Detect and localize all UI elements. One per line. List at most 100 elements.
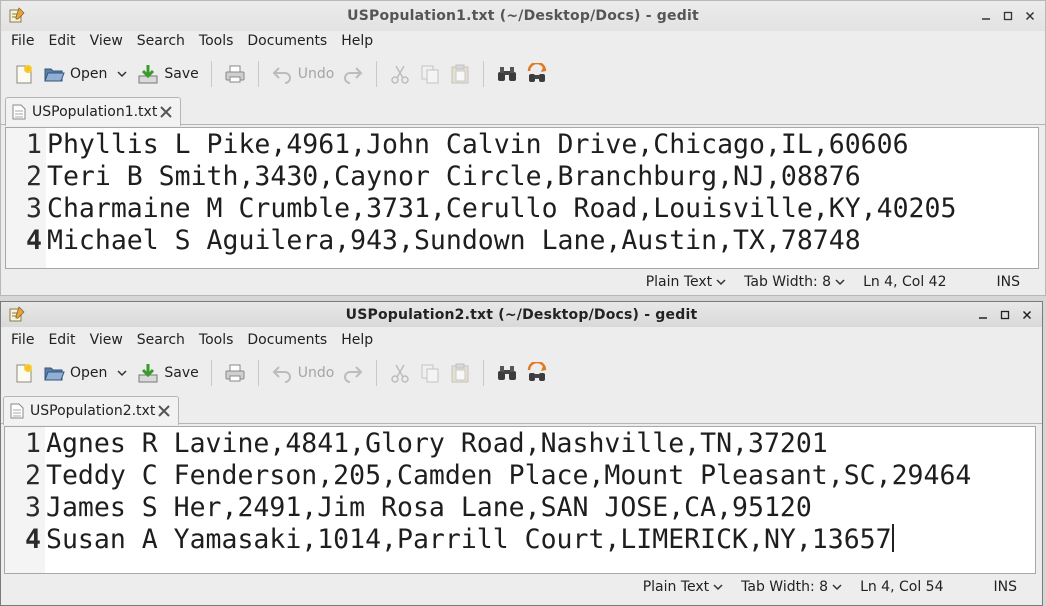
- toolbar-separator: [376, 61, 378, 87]
- save-label: Save: [164, 365, 199, 381]
- new-document-button[interactable]: [9, 356, 39, 390]
- status-bar: Plain Text Tab Width: 8 Ln 4, Col 54 INS: [1, 574, 1042, 600]
- new-document-button[interactable]: [9, 57, 39, 91]
- scissors-icon: [391, 65, 410, 84]
- chevron-down-icon[interactable]: [117, 368, 127, 378]
- paste-button[interactable]: [445, 57, 475, 91]
- maximize-icon: [1003, 11, 1013, 21]
- cursor-position: Ln 4, Col 42: [863, 274, 947, 290]
- paste-button[interactable]: [445, 356, 475, 390]
- toolbar: Open Save Undo: [1, 353, 1042, 393]
- toolbar: Open Save Undo: [1, 54, 1045, 94]
- current-line-number: 4: [26, 225, 42, 256]
- minimize-button[interactable]: [972, 304, 994, 326]
- current-line-number: 4: [25, 524, 41, 555]
- language-selector[interactable]: Plain Text: [643, 579, 723, 595]
- print-button[interactable]: [220, 57, 250, 91]
- undo-label: Undo: [297, 66, 335, 82]
- title-bar[interactable]: USPopulation2.txt (~/Desktop/Docs) - ged…: [1, 302, 1042, 327]
- menu-view[interactable]: View: [83, 33, 130, 49]
- open-button[interactable]: Open: [39, 57, 133, 91]
- binoculars-icon: [498, 366, 517, 380]
- save-label: Save: [164, 66, 199, 82]
- menu-file[interactable]: File: [4, 33, 41, 49]
- close-tab-icon[interactable]: [156, 403, 172, 419]
- language-label: Plain Text: [642, 579, 710, 595]
- language-selector[interactable]: Plain Text: [646, 274, 726, 290]
- title-bar[interactable]: USPopulation1.txt (~/Desktop/Docs) - ged…: [1, 1, 1045, 31]
- toolbar-separator: [376, 360, 378, 386]
- close-tab-icon[interactable]: [158, 104, 174, 120]
- find-replace-icon: [528, 362, 547, 381]
- chevron-down-icon: [713, 584, 723, 591]
- menu-view[interactable]: View: [83, 332, 130, 348]
- document-tabs: USPopulation2.txt: [1, 394, 1042, 425]
- text-line: 3 Charmaine M Crumble,3731,Cerullo Road,L…: [6, 193, 1038, 225]
- gedit-app-icon: [9, 7, 25, 23]
- minimize-icon: [982, 18, 990, 20]
- chevron-down-icon: [835, 279, 845, 286]
- find-replace-button[interactable]: [522, 356, 552, 390]
- menu-documents[interactable]: Documents: [240, 332, 334, 348]
- save-button[interactable]: Save: [133, 57, 202, 91]
- redo-button[interactable]: [338, 356, 368, 390]
- close-window-button[interactable]: [1019, 5, 1041, 27]
- minimize-button[interactable]: [975, 5, 997, 27]
- text-lines: 1 Phyllis L Pike,4961,John Calvin Drive,C…: [6, 128, 1038, 257]
- tab-width-selector[interactable]: Tab Width: 8: [744, 274, 845, 290]
- text-line: 4 Susan A Yamasaki,1014,Parrill Court,LIM…: [5, 524, 1035, 556]
- document-tab[interactable]: USPopulation1.txt: [5, 97, 181, 126]
- redo-button[interactable]: [338, 57, 368, 91]
- find-replace-button[interactable]: [522, 57, 552, 91]
- print-button[interactable]: [220, 356, 250, 390]
- copy-button[interactable]: [415, 57, 445, 91]
- menu-help[interactable]: Help: [334, 33, 380, 49]
- save-button[interactable]: Save: [133, 356, 202, 390]
- text-cursor: [891, 524, 894, 552]
- close-window-button[interactable]: [1016, 304, 1038, 326]
- chevron-down-icon[interactable]: [117, 69, 127, 79]
- menu-edit[interactable]: Edit: [41, 332, 82, 348]
- menu-edit[interactable]: Edit: [41, 33, 82, 49]
- cut-button[interactable]: [385, 57, 415, 91]
- open-button[interactable]: Open: [39, 356, 133, 390]
- text-file-icon: [10, 403, 24, 419]
- paste-icon: [451, 64, 469, 84]
- copy-button[interactable]: [415, 356, 445, 390]
- text-line: 2 Teri B Smith,3430,Caynor Circle,Branchb…: [6, 161, 1038, 193]
- line-number: 3: [25, 492, 41, 523]
- cut-button[interactable]: [385, 356, 415, 390]
- find-button[interactable]: [492, 356, 522, 390]
- line-text: Michael S Aguilera,943,Sundown Lane,Aust…: [47, 225, 861, 256]
- line-text: Teri B Smith,3430,Caynor Circle,Branchbu…: [47, 161, 861, 192]
- menu-tools[interactable]: Tools: [192, 33, 241, 49]
- text-editor[interactable]: 1 Phyllis L Pike,4961,John Calvin Drive,C…: [5, 127, 1039, 269]
- line-text: James S Her,2491,Jim Rosa Lane,SAN JOSE,…: [46, 492, 812, 523]
- maximize-button[interactable]: [994, 304, 1016, 326]
- undo-button[interactable]: Undo: [267, 356, 339, 390]
- status-bar: Plain Text Tab Width: 8 Ln 4, Col 42 INS: [1, 269, 1045, 295]
- maximize-button[interactable]: [997, 5, 1019, 27]
- menu-help[interactable]: Help: [334, 332, 380, 348]
- menu-tools[interactable]: Tools: [192, 332, 241, 348]
- gedit-window-2: USPopulation2.txt (~/Desktop/Docs) - ged…: [0, 301, 1043, 606]
- gedit-window-1: USPopulation1.txt (~/Desktop/Docs) - ged…: [0, 0, 1046, 296]
- menu-documents[interactable]: Documents: [240, 33, 334, 49]
- folder-open-icon: [44, 367, 65, 381]
- tab-width-selector[interactable]: Tab Width: 8: [741, 579, 842, 595]
- new-document-icon: [16, 64, 32, 84]
- undo-label: Undo: [297, 365, 335, 381]
- undo-button[interactable]: Undo: [267, 57, 339, 91]
- line-text: Teddy C Fenderson,205,Camden Place,Mount…: [46, 460, 972, 491]
- printer-icon: [225, 364, 245, 382]
- maximize-icon: [1000, 310, 1010, 319]
- find-button[interactable]: [492, 57, 522, 91]
- document-tab[interactable]: USPopulation2.txt: [3, 396, 179, 425]
- menu-search[interactable]: Search: [130, 332, 192, 348]
- menu-file[interactable]: File: [4, 332, 41, 348]
- text-line: 4 Michael S Aguilera,943,Sundown Lane,Aus…: [6, 225, 1038, 257]
- menu-search[interactable]: Search: [130, 33, 192, 49]
- text-editor[interactable]: 1 Agnes R Lavine,4841,Glory Road,Nashvill…: [4, 426, 1036, 574]
- toolbar-separator: [483, 360, 485, 386]
- copy-icon: [421, 65, 439, 84]
